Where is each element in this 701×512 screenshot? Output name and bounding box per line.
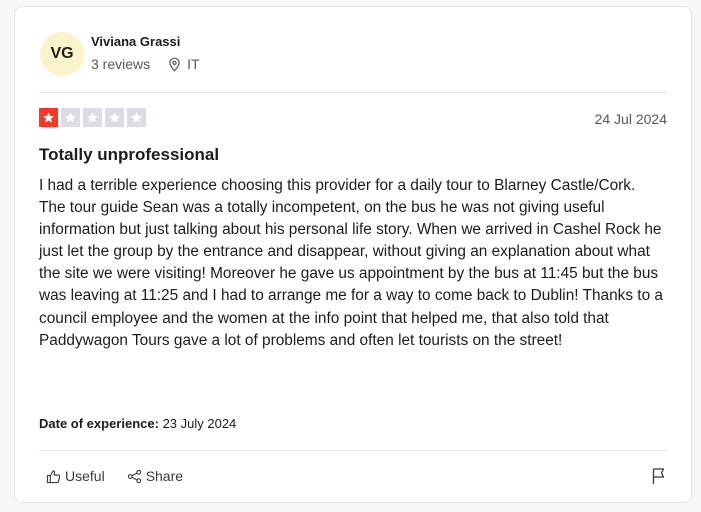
share-icon bbox=[127, 469, 141, 483]
share-button[interactable]: Share bbox=[127, 468, 183, 484]
star-empty-icon bbox=[127, 108, 146, 127]
review-title[interactable]: Totally unprofessional bbox=[39, 145, 219, 165]
flag-icon bbox=[652, 468, 665, 484]
review-date: 24 Jul 2024 bbox=[594, 111, 667, 127]
star-empty-icon bbox=[83, 108, 102, 127]
thumbs-up-icon bbox=[46, 469, 61, 483]
review-actions: Useful Share bbox=[46, 468, 205, 484]
avatar[interactable]: VG bbox=[40, 32, 84, 76]
review-count: 3 reviews bbox=[91, 56, 151, 72]
divider bbox=[39, 450, 667, 451]
reviewer-meta: 3 reviews IT bbox=[91, 56, 200, 72]
experience-date: 23 July 2024 bbox=[162, 416, 237, 431]
date-of-experience: Date of experience: 23 July 2024 bbox=[39, 416, 236, 431]
review-body: I had a terrible experience choosing thi… bbox=[39, 177, 663, 349]
country-code: IT bbox=[187, 56, 200, 72]
divider bbox=[39, 92, 667, 93]
star-empty-icon bbox=[105, 108, 124, 127]
share-label: Share bbox=[145, 468, 184, 484]
reviewer-name[interactable]: Viviana Grassi bbox=[91, 34, 180, 49]
map-pin-icon bbox=[169, 57, 180, 72]
star-empty-icon bbox=[61, 108, 80, 127]
report-button[interactable] bbox=[651, 467, 667, 490]
experience-label: Date of experience: bbox=[39, 416, 159, 431]
avatar-initials: VG bbox=[50, 45, 74, 62]
useful-button[interactable]: Useful bbox=[46, 468, 105, 484]
star-rating bbox=[39, 108, 146, 127]
reviewer-location: IT bbox=[168, 56, 200, 72]
useful-label: Useful bbox=[65, 468, 105, 484]
star-filled-icon bbox=[39, 108, 58, 127]
review-card: VG Viviana Grassi 3 reviews IT 24 Jul 20… bbox=[14, 6, 692, 503]
